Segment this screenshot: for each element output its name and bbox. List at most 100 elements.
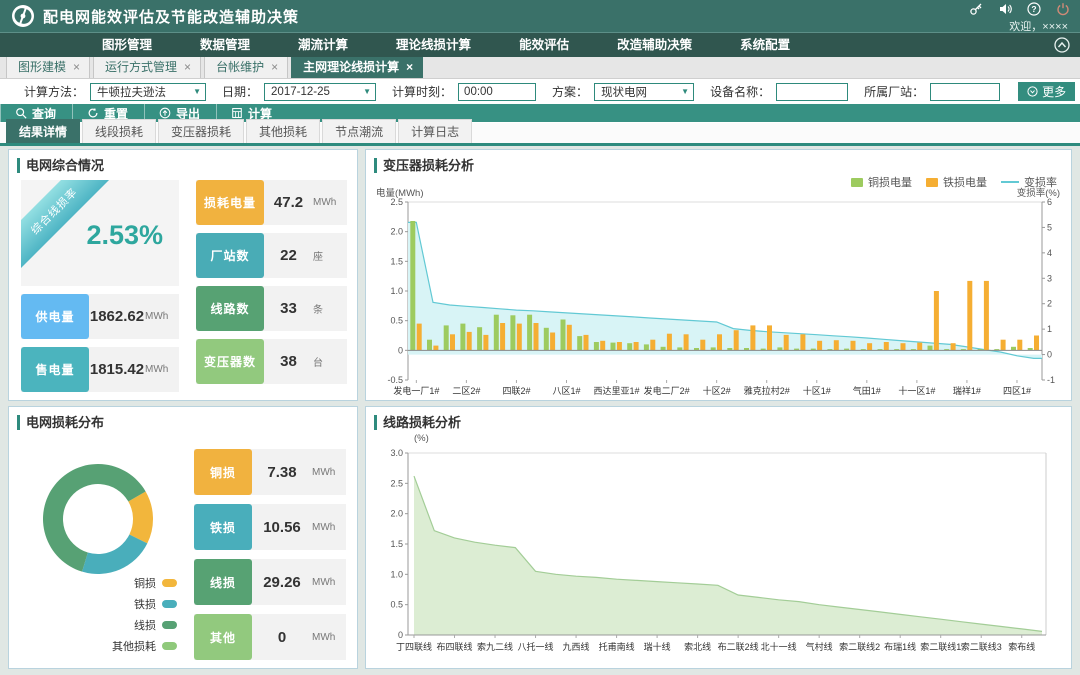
loss-rate-card: 综合线损率 2.53%: [21, 180, 179, 286]
svg-text:-1: -1: [1047, 375, 1055, 385]
station-label: 所属厂站：: [864, 83, 924, 100]
tab-台帐维护[interactable]: 台帐维护×: [204, 54, 288, 78]
stat-label: 线损: [194, 559, 252, 605]
svg-text:四联2#: 四联2#: [502, 386, 530, 396]
top-header: 配电网能效评估及节能改造辅助决策 ? 欢迎，××××: [0, 0, 1080, 33]
plan-value: 现状电网: [601, 84, 647, 100]
svg-text:二区2#: 二区2#: [452, 386, 480, 396]
method-label: 计算方法：: [24, 83, 84, 100]
close-icon[interactable]: ×: [406, 62, 413, 72]
panel-loss-distribution: 电网损耗分布 铜损铁损线损其他损耗 铜损7.38MWh铁损10.56MWh线损2…: [8, 406, 358, 669]
subtab-线段损耗[interactable]: 线段损耗: [82, 119, 156, 143]
svg-text:(%): (%): [414, 433, 429, 444]
stat-label: 铜损: [194, 449, 252, 495]
app-logo-icon: [12, 5, 34, 27]
stat-card-线路数: 线路数33条: [196, 286, 347, 331]
stat-unit: MWh: [312, 614, 346, 660]
method-select[interactable]: 牛顿拉夫逊法 ▼: [90, 83, 206, 101]
subtab-计算日志[interactable]: 计算日志: [398, 119, 472, 143]
date-select[interactable]: 2017-12-25▼: [264, 83, 376, 101]
svg-text:气田1#: 气田1#: [853, 385, 881, 396]
legend-label: 线损: [134, 617, 156, 633]
svg-text:雅克拉村2#: 雅克拉村2#: [744, 385, 790, 396]
menu-item-3[interactable]: 潮流计算: [274, 33, 372, 57]
subtab-其他损耗[interactable]: 其他损耗: [246, 119, 320, 143]
time-input[interactable]: [458, 83, 536, 101]
help-icon[interactable]: ?: [1027, 2, 1041, 16]
stat-card-损耗电量: 损耗电量47.2MWh: [196, 180, 347, 225]
svg-text:1.5: 1.5: [390, 539, 403, 549]
chevron-down-icon: ▼: [363, 87, 371, 96]
svg-text:托甫南线: 托甫南线: [599, 641, 635, 652]
svg-text:1.0: 1.0: [390, 286, 403, 296]
sound-icon[interactable]: [998, 2, 1012, 16]
legend-item-铜损: 铜损: [97, 575, 177, 591]
tab-运行方式管理[interactable]: 运行方式管理×: [93, 54, 201, 78]
key-icon[interactable]: [969, 2, 983, 16]
close-icon[interactable]: ×: [271, 62, 278, 72]
menu-item-7[interactable]: 系统配置: [716, 33, 814, 57]
tab-图形建模[interactable]: 图形建模 ×: [6, 54, 90, 78]
stat-card-铁损: 铁损10.56MWh: [194, 504, 346, 550]
filter-form: 计算方法： 牛顿拉夫逊法▼ 日期： 2017-12-25▼ 计算时刻： 方案： …: [0, 79, 1080, 104]
stat-value: 1815.42: [89, 347, 145, 392]
menu-item-4[interactable]: 理论线损计算: [372, 33, 495, 57]
header-icons: ?: [969, 2, 1070, 16]
device-input[interactable]: [776, 83, 848, 101]
subtab-节点潮流[interactable]: 节点潮流: [322, 119, 396, 143]
legend-item-线损: 线损: [97, 617, 177, 633]
svg-text:布四联线: 布四联线: [437, 641, 473, 652]
svg-text:布二联2线: 布二联2线: [718, 641, 759, 652]
tab-主网理论线损计算[interactable]: 主网理论线损计算 ×: [291, 54, 423, 78]
stat-card-变压器数: 变压器数38台: [196, 339, 347, 384]
calc-icon: [231, 107, 243, 119]
subtab-结果详情[interactable]: 结果详情: [6, 119, 80, 143]
svg-text:0.5: 0.5: [390, 600, 403, 610]
plan-select[interactable]: 现状电网 ▼: [594, 83, 694, 101]
svg-text:?: ?: [1031, 4, 1036, 14]
close-icon[interactable]: ×: [73, 62, 80, 72]
chevron-down-icon: ▼: [681, 87, 689, 96]
svg-text:四区1#: 四区1#: [1003, 386, 1031, 396]
stat-card-供电量: 供电量1862.62MWh: [21, 294, 179, 339]
menu-item-1[interactable]: 图形管理: [78, 33, 176, 57]
export-icon: [159, 107, 171, 119]
brand: 配电网能效评估及节能改造辅助决策: [12, 5, 299, 27]
menu-item-5[interactable]: 能效评估: [495, 33, 593, 57]
tab-label: 图形建模: [18, 58, 66, 75]
chevron-down-icon: ▼: [193, 87, 201, 96]
tab-label: 主网理论线损计算: [303, 58, 399, 75]
stat-label: 售电量: [21, 347, 89, 392]
reset-icon: [87, 107, 99, 119]
plan-label: 方案：: [552, 83, 588, 100]
power-icon[interactable]: [1056, 2, 1070, 16]
loss-cards: 铜损7.38MWh铁损10.56MWh线损29.26MWh其他0MWh: [194, 449, 346, 660]
menu-item-2[interactable]: 数据管理: [176, 33, 274, 57]
svg-text:2.0: 2.0: [390, 509, 403, 519]
collapse-up-icon[interactable]: [1054, 37, 1070, 53]
stat-value: 38: [264, 339, 313, 384]
more-button[interactable]: 更多: [1018, 82, 1075, 101]
device-label: 设备名称：: [710, 83, 770, 100]
svg-text:6: 6: [1047, 197, 1052, 207]
panel-transformer-loss: 变压器损耗分析 铜损电量铁损电量变损率 电量(MWh)变损率(%)2.52.01…: [365, 149, 1072, 401]
subtab-变压器损耗[interactable]: 变压器损耗: [158, 119, 244, 143]
svg-text:索二联线1: 索二联线1: [920, 641, 961, 652]
menu-item-6[interactable]: 改造辅助决策: [593, 33, 716, 57]
line-loss-chart: (%)3.02.52.01.51.00.50丁四联线布四联线索九二线八托一线九西…: [374, 431, 1064, 663]
stat-value: 29.26: [252, 559, 312, 605]
transformer-loss-chart: 电量(MWh)变损率(%)2.52.01.51.00.50-0.56543210…: [374, 186, 1064, 398]
stat-label: 变压器数: [196, 339, 264, 384]
svg-text:3: 3: [1047, 273, 1052, 283]
station-input[interactable]: [930, 83, 1000, 101]
svg-text:0: 0: [1047, 350, 1052, 360]
panel-line-loss: 线路损耗分析 (%)3.02.52.01.51.00.50丁四联线布四联线索九二…: [365, 406, 1072, 669]
svg-text:发电一厂1#: 发电一厂1#: [393, 385, 439, 396]
app-title: 配电网能效评估及节能改造辅助决策: [43, 6, 299, 27]
overview-right-column: 损耗电量47.2MWh厂站数22座线路数33条变压器数38台: [196, 180, 347, 384]
method-value: 牛顿拉夫逊法: [97, 84, 166, 100]
stat-label: 损耗电量: [196, 180, 264, 225]
dashboard: 电网综合情况 综合线损率 2.53% 供电量1862.62MWh售电量1815.…: [0, 146, 1080, 675]
legend-label: 其他损耗: [112, 638, 156, 654]
close-icon[interactable]: ×: [184, 62, 191, 72]
